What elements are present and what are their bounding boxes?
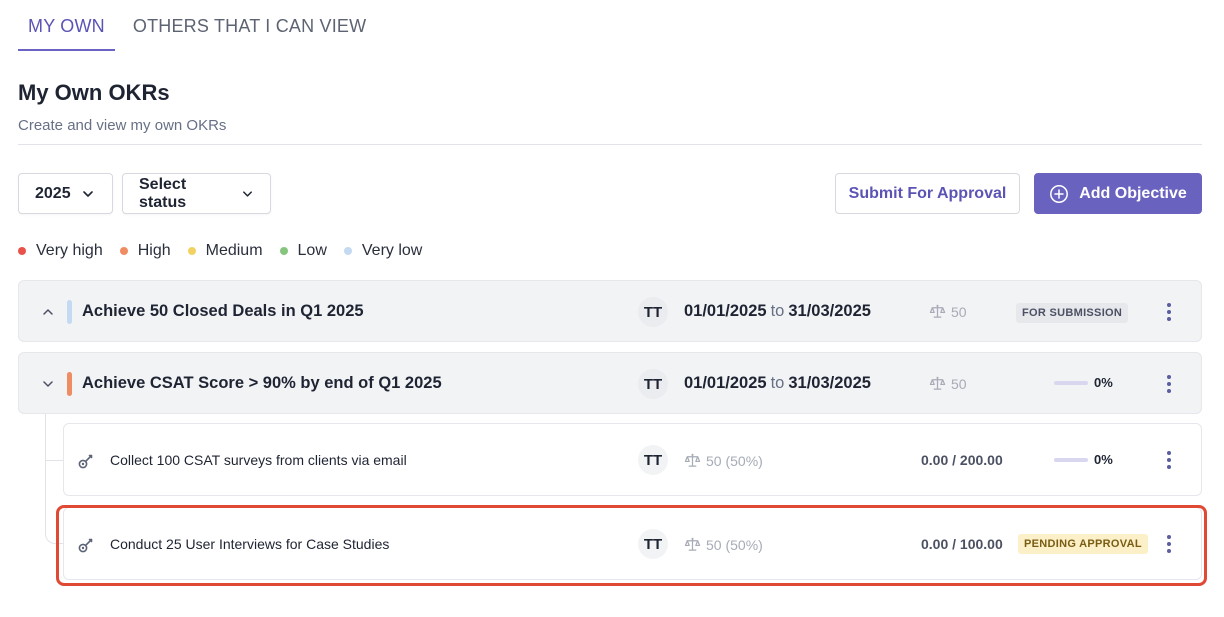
year-value: 2025 bbox=[35, 184, 71, 202]
scale-icon bbox=[684, 453, 701, 467]
scale-icon bbox=[929, 376, 946, 390]
status-dropdown[interactable]: Select status bbox=[122, 173, 271, 214]
status-value: Select status bbox=[139, 175, 187, 211]
page-subtitle: Create and view my own OKRs bbox=[18, 117, 227, 134]
key-result-row[interactable]: Collect 100 CSAT surveys from clients vi… bbox=[63, 423, 1202, 496]
key-result-weight: 50 (50%) bbox=[684, 452, 763, 469]
chevron-down-icon[interactable] bbox=[41, 377, 55, 391]
legend-item: High bbox=[119, 242, 171, 260]
key-result-title[interactable]: Conduct 25 User Interviews for Case Stud… bbox=[110, 536, 389, 552]
plus-circle-icon bbox=[1050, 184, 1069, 203]
add-objective-button[interactable]: Add Objective bbox=[1034, 173, 1202, 214]
page-title: My Own OKRs bbox=[18, 80, 170, 105]
owner-avatar: TT bbox=[638, 529, 668, 559]
progress-indicator: 0% bbox=[1054, 452, 1113, 467]
owner-avatar: TT bbox=[638, 445, 668, 475]
priority-legend: Very high High Medium Low Very low bbox=[18, 242, 439, 260]
tab-others-that-i-can-view[interactable]: OTHERS THAT I CAN VIEW bbox=[123, 0, 376, 51]
submit-for-approval-button[interactable]: Submit For Approval bbox=[835, 173, 1020, 214]
end-date: 31/03/2025 bbox=[788, 302, 871, 320]
priority-indicator bbox=[67, 372, 72, 396]
progress-indicator: 0% bbox=[1054, 375, 1113, 390]
more-options-icon[interactable] bbox=[1161, 373, 1177, 395]
legend-label: Very high bbox=[36, 242, 103, 259]
progress-bar bbox=[1054, 380, 1088, 385]
end-date: 31/03/2025 bbox=[788, 374, 871, 392]
weight-value: 50 bbox=[951, 303, 967, 320]
date-separator: to bbox=[770, 302, 785, 320]
chevron-down-icon bbox=[82, 190, 93, 197]
weight-value: 50 (50%) bbox=[706, 452, 763, 469]
legend-label: Medium bbox=[205, 242, 263, 259]
legend-item: Very high bbox=[18, 242, 103, 260]
objective-row[interactable]: Achieve CSAT Score > 90% by end of Q1 20… bbox=[18, 352, 1202, 414]
legend-label: Low bbox=[297, 242, 327, 259]
objective-row[interactable]: Achieve 50 Closed Deals in Q1 2025 TT 01… bbox=[18, 280, 1202, 342]
legend-label: Very low bbox=[361, 242, 423, 259]
scale-icon bbox=[929, 304, 946, 318]
year-dropdown[interactable]: 2025 bbox=[18, 173, 113, 214]
start-date: 01/01/2025 bbox=[684, 302, 767, 320]
objective-weight: 50 bbox=[929, 303, 967, 320]
objective-dates: 01/01/2025 to 31/03/2025 bbox=[684, 302, 871, 321]
tab-my-own[interactable]: MY OWN bbox=[18, 0, 115, 51]
objective-weight: 50 bbox=[929, 375, 967, 392]
scale-icon bbox=[684, 537, 701, 551]
divider bbox=[18, 144, 1202, 145]
key-result-weight: 50 (50%) bbox=[684, 536, 763, 553]
key-result-title[interactable]: Collect 100 CSAT surveys from clients vi… bbox=[110, 452, 407, 468]
legend-label: High bbox=[137, 242, 171, 259]
progress-bar bbox=[1054, 457, 1088, 462]
key-result-row[interactable]: Conduct 25 User Interviews for Case Stud… bbox=[63, 507, 1202, 580]
progress-value: 0% bbox=[1094, 375, 1113, 390]
key-result-value: 0.00 / 100.00 bbox=[921, 536, 1003, 552]
tab-bar: MY OWN OTHERS THAT I CAN VIEW bbox=[18, 0, 376, 51]
legend-dot bbox=[187, 247, 196, 255]
more-options-icon[interactable] bbox=[1161, 301, 1177, 323]
objective-title[interactable]: Achieve 50 Closed Deals in Q1 2025 bbox=[82, 302, 364, 321]
more-options-icon[interactable] bbox=[1161, 533, 1177, 555]
key-result-icon bbox=[78, 454, 93, 469]
add-objective-label: Add Objective bbox=[1079, 184, 1187, 202]
key-result-icon bbox=[78, 538, 93, 553]
legend-dot bbox=[18, 247, 26, 255]
key-result-value: 0.00 / 200.00 bbox=[921, 452, 1003, 468]
legend-item: Medium bbox=[187, 242, 263, 260]
weight-value: 50 bbox=[951, 375, 967, 392]
date-separator: to bbox=[770, 374, 785, 392]
more-options-icon[interactable] bbox=[1161, 449, 1177, 471]
legend-dot bbox=[119, 247, 128, 255]
status-badge: FOR SUBMISSION bbox=[1016, 303, 1129, 323]
weight-value: 50 (50%) bbox=[706, 536, 763, 553]
start-date: 01/01/2025 bbox=[684, 374, 767, 392]
objective-title[interactable]: Achieve CSAT Score > 90% by end of Q1 20… bbox=[82, 374, 442, 393]
owner-avatar: TT bbox=[638, 369, 668, 399]
legend-item: Very low bbox=[343, 242, 423, 260]
legend-dot bbox=[343, 247, 352, 255]
tree-connector bbox=[45, 414, 63, 544]
objective-dates: 01/01/2025 to 31/03/2025 bbox=[684, 374, 871, 393]
owner-avatar: TT bbox=[638, 297, 668, 327]
legend-item: Low bbox=[279, 242, 327, 260]
progress-value: 0% bbox=[1094, 452, 1113, 467]
priority-indicator bbox=[67, 300, 72, 324]
status-badge: PENDING APPROVAL bbox=[1018, 534, 1148, 554]
chevron-down-icon bbox=[243, 190, 252, 197]
legend-dot bbox=[279, 247, 288, 255]
chevron-up-icon[interactable] bbox=[41, 305, 55, 319]
tree-connector bbox=[46, 460, 64, 461]
